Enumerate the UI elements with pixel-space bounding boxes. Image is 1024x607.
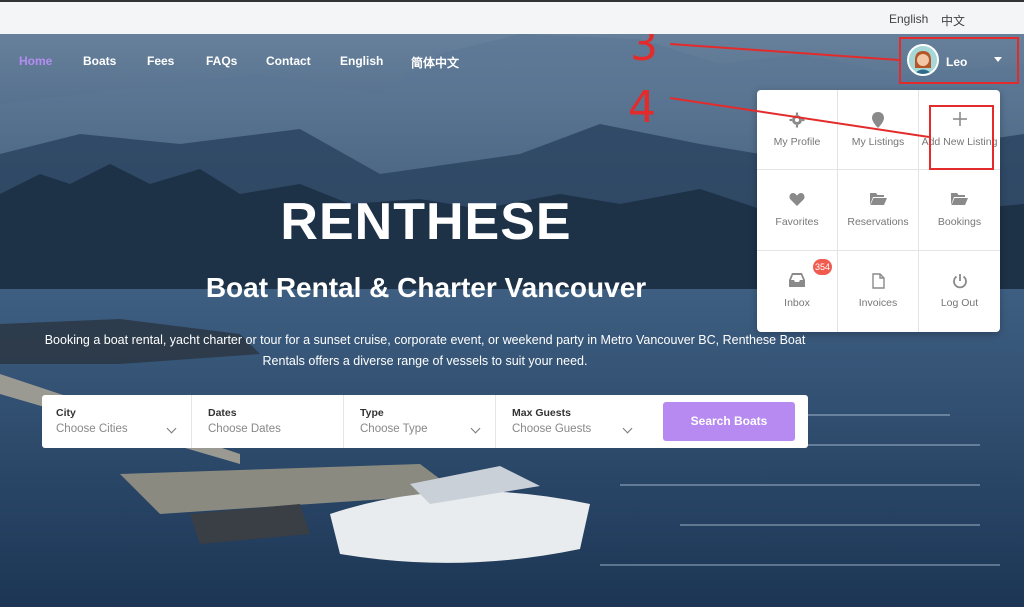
dates-select[interactable]: Dates Choose Dates bbox=[194, 395, 344, 448]
city-select[interactable]: City Choose Cities bbox=[42, 395, 192, 448]
type-select[interactable]: Type Choose Type bbox=[346, 395, 496, 448]
annotation-step-4: 4 bbox=[628, 82, 656, 133]
search-boats-button[interactable]: Search Boats bbox=[663, 402, 795, 441]
city-label: City bbox=[56, 407, 76, 419]
annotation-step-3: 3 bbox=[630, 34, 658, 71]
top-utility-bar: English 中文 bbox=[0, 0, 1024, 34]
hero-description: Booking a boat rental, yacht charter or … bbox=[44, 333, 806, 368]
city-value: Choose Cities bbox=[56, 423, 128, 435]
top-language-chinese[interactable]: 中文 bbox=[941, 12, 965, 29]
dates-value: Choose Dates bbox=[208, 423, 281, 435]
guests-label: Max Guests bbox=[512, 407, 571, 419]
hero-title: RENTHESE bbox=[280, 193, 572, 251]
annotation-arrows bbox=[669, 43, 930, 138]
chevron-down-icon bbox=[622, 423, 633, 434]
guests-value: Choose Guests bbox=[512, 423, 592, 435]
hero-section: Home Boats Fees FAQs Contact English 简体中… bbox=[0, 34, 1024, 607]
type-label: Type bbox=[360, 407, 384, 419]
dates-label: Dates bbox=[208, 407, 237, 419]
boat-search-bar: City Choose Cities Dates Choose Dates Ty… bbox=[42, 395, 808, 448]
hero-subtitle: Boat Rental & Charter Vancouver bbox=[205, 272, 647, 303]
top-language-english[interactable]: English bbox=[889, 12, 928, 26]
chevron-down-icon bbox=[166, 423, 177, 434]
chevron-down-icon bbox=[470, 423, 481, 434]
type-value: Choose Type bbox=[360, 423, 428, 435]
guests-select[interactable]: Max Guests Choose Guests bbox=[498, 395, 648, 448]
